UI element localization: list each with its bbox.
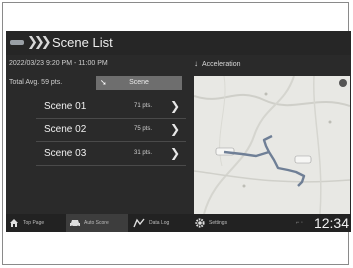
scene-points: 71 pts. (134, 103, 153, 109)
route-icon (133, 218, 145, 228)
scene-points: 75 pts. (134, 126, 153, 132)
scene-points: 31 pts. (134, 150, 153, 156)
date-range: 2022/03/23 9:20 PM - 11:00 PM (9, 60, 108, 67)
tab-data-log[interactable]: Data Log (130, 214, 190, 232)
brand-logo (10, 40, 24, 45)
gear-icon (195, 218, 205, 228)
chevron-right-icon: ❯ (170, 146, 181, 160)
page-title: Scene List (52, 35, 113, 50)
tab-label: Auto Score (84, 220, 109, 226)
tab-auto-score[interactable]: Auto Score (66, 214, 128, 232)
scene-row-02[interactable]: Scene 02 75 pts. ❯ (6, 120, 186, 142)
scene-row-01[interactable]: Scene 01 71 pts. ❯ (6, 97, 186, 119)
car-icon (70, 220, 80, 228)
tab-top-page[interactable]: Top Page (6, 214, 64, 232)
head-unit-screen: ❯❯❯ Scene List 2022/03/23 9:20 PM - 11:0… (6, 31, 351, 232)
map-graphic (194, 76, 350, 214)
panel-title: ↓ Acceleration (194, 59, 241, 68)
divider (36, 118, 186, 119)
down-arrow-icon: ↓ (194, 59, 198, 68)
divider (36, 141, 186, 142)
panel-title-text: Acceleration (202, 61, 241, 68)
scene-name: Scene 02 (44, 124, 87, 135)
divider (36, 165, 186, 166)
tab-label: Data Log (149, 220, 170, 226)
tab-label: Top Page (23, 220, 45, 226)
tab-label: Settings (209, 220, 228, 226)
chevron-icon: ❯❯❯ (27, 34, 52, 49)
bottom-nav: Top Page Auto Score Data Log Settings ⌐ … (6, 214, 351, 232)
scene-name: Scene 03 (44, 148, 87, 159)
home-icon (10, 219, 18, 227)
chevron-right-icon: ❯ (170, 99, 181, 113)
scene-button-label: Scene (129, 79, 149, 86)
clock: 12:34 (313, 215, 349, 231)
tab-settings[interactable]: Settings (192, 214, 248, 232)
route-map[interactable] (194, 76, 350, 214)
scene-button[interactable]: ➘ Scene (96, 76, 182, 90)
signal-icon: ⌐ ◦ (295, 220, 303, 226)
scene-name: Scene 01 (44, 101, 87, 112)
map-location-icon[interactable] (339, 79, 347, 87)
total-average: Total Avg. 59 pts. (9, 79, 63, 86)
scene-row-03[interactable]: Scene 03 31 pts. ❯ (6, 144, 186, 166)
header-bar: ❯❯❯ Scene List (6, 31, 351, 55)
chevron-right-icon: ❯ (170, 122, 181, 136)
